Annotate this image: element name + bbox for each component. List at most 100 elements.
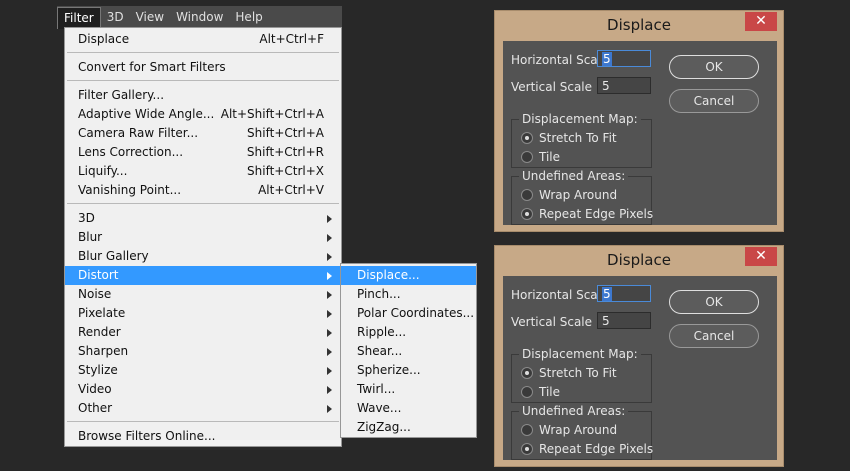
- ok-button[interactable]: OK: [669, 290, 759, 314]
- submenu-item-ripple[interactable]: Ripple...: [341, 323, 476, 342]
- submenu-item-label: Wave...: [357, 401, 402, 415]
- menu-item-convert-smart-filters[interactable]: Convert for Smart Filters: [65, 58, 341, 77]
- menu-item-label: Browse Filters Online...: [78, 429, 216, 443]
- menu-item-label: Distort: [78, 268, 119, 282]
- submenu-item-twirl[interactable]: Twirl...: [341, 380, 476, 399]
- menu-item-label: Adaptive Wide Angle...: [78, 107, 215, 121]
- menu-item-sharpen[interactable]: Sharpen: [65, 342, 341, 361]
- submenu-item-displace[interactable]: Displace...: [341, 266, 476, 285]
- menu-item-render[interactable]: Render: [65, 323, 341, 342]
- horizontal-scale-value: 5: [602, 52, 612, 66]
- submenu-arrow-icon: [327, 405, 332, 413]
- menu-item-blur[interactable]: Blur: [65, 228, 341, 247]
- submenu-item-label: Pinch...: [357, 287, 401, 301]
- menu-separator: [67, 80, 339, 81]
- menu-item-liquify[interactable]: Liquify... Shift+Ctrl+X: [65, 162, 341, 181]
- menu-item-shortcut: Shift+Ctrl+A: [247, 126, 324, 140]
- stretch-to-fit-label: Stretch To Fit: [539, 366, 617, 380]
- repeat-edge-pixels-label: Repeat Edge Pixels: [539, 442, 654, 456]
- displace-dialog: Displace ✕ Horizontal Scale 5 Vertical S…: [494, 10, 784, 232]
- submenu-item-zigzag[interactable]: ZigZag...: [341, 418, 476, 437]
- submenu-arrow-icon: [327, 291, 332, 299]
- menubar-filter[interactable]: Filter: [57, 6, 101, 29]
- distort-submenu: Displace... Pinch... Polar Coordinates..…: [340, 263, 477, 438]
- menu-item-camera-raw[interactable]: Camera Raw Filter... Shift+Ctrl+A: [65, 124, 341, 143]
- submenu-arrow-icon: [327, 329, 332, 337]
- menu-item-filter-gallery[interactable]: Filter Gallery...: [65, 86, 341, 105]
- submenu-arrow-icon: [327, 386, 332, 394]
- menu-item-label: Noise: [78, 287, 112, 301]
- wrap-around-label: Wrap Around: [539, 423, 618, 437]
- dialog-body: Horizontal Scale 5 Vertical Scale 5 OK C…: [503, 41, 777, 225]
- menu-item-distort[interactable]: Distort: [65, 266, 341, 285]
- radio-on-icon: [521, 208, 533, 220]
- displacement-map-label: Displacement Map:: [519, 347, 641, 361]
- displacement-map-group: Displacement Map: Stretch To Fit Tile: [511, 347, 652, 403]
- close-icon[interactable]: ✕: [745, 12, 777, 31]
- menu-item-blur-gallery[interactable]: Blur Gallery: [65, 247, 341, 266]
- stretch-to-fit-label: Stretch To Fit: [539, 131, 617, 145]
- menubar-3d[interactable]: 3D: [101, 6, 130, 28]
- radio-off-icon: [521, 424, 533, 436]
- submenu-item-shear[interactable]: Shear...: [341, 342, 476, 361]
- filter-menu: Displace Alt+Ctrl+F Convert for Smart Fi…: [64, 27, 342, 447]
- menu-item-vanishing-point[interactable]: Vanishing Point... Alt+Ctrl+V: [65, 181, 341, 200]
- vertical-scale-label: Vertical Scale: [511, 315, 593, 329]
- submenu-arrow-icon: [327, 348, 332, 356]
- submenu-item-label: Ripple...: [357, 325, 407, 339]
- menu-item-shortcut: Shift+Ctrl+R: [246, 145, 324, 159]
- menu-item-label: Camera Raw Filter...: [78, 126, 199, 140]
- menu-item-label: Pixelate: [78, 306, 126, 320]
- horizontal-scale-label: Horizontal Scale: [511, 288, 609, 302]
- submenu-arrow-icon: [327, 367, 332, 375]
- menubar-help[interactable]: Help: [229, 6, 268, 28]
- menu-item-shortcut: Alt+Shift+Ctrl+A: [220, 107, 324, 121]
- radio-off-icon: [521, 386, 533, 398]
- menu-separator: [67, 421, 339, 422]
- displacement-map-label: Displacement Map:: [519, 112, 641, 126]
- ok-button[interactable]: OK: [669, 55, 759, 79]
- menu-item-adaptive-wide-angle[interactable]: Adaptive Wide Angle... Alt+Shift+Ctrl+A: [65, 105, 341, 124]
- vertical-scale-input[interactable]: 5: [597, 77, 651, 94]
- radio-off-icon: [521, 151, 533, 163]
- repeat-edge-pixels-label: Repeat Edge Pixels: [539, 207, 654, 221]
- submenu-item-wave[interactable]: Wave...: [341, 399, 476, 418]
- submenu-arrow-icon: [327, 310, 332, 318]
- menu-item-displace-last[interactable]: Displace Alt+Ctrl+F: [65, 30, 341, 49]
- tile-label: Tile: [539, 150, 561, 164]
- undefined-areas-label: Undefined Areas:: [519, 404, 629, 418]
- menubar-view[interactable]: View: [130, 6, 170, 28]
- menubar-window[interactable]: Window: [170, 6, 229, 28]
- vertical-scale-input[interactable]: 5: [597, 312, 651, 329]
- menu-item-label: Video: [78, 382, 112, 396]
- tile-label: Tile: [539, 385, 561, 399]
- undefined-areas-label: Undefined Areas:: [519, 169, 629, 183]
- submenu-arrow-icon: [327, 272, 332, 280]
- vertical-scale-label: Vertical Scale: [511, 80, 593, 94]
- submenu-item-label: Displace...: [357, 268, 420, 282]
- close-icon[interactable]: ✕: [745, 247, 777, 266]
- menu-item-pixelate[interactable]: Pixelate: [65, 304, 341, 323]
- cancel-button[interactable]: Cancel: [669, 324, 759, 348]
- menu-item-label: Liquify...: [78, 164, 128, 178]
- menu-item-other[interactable]: Other: [65, 399, 341, 418]
- cancel-button[interactable]: Cancel: [669, 89, 759, 113]
- menu-item-shortcut: Alt+Ctrl+V: [258, 183, 324, 197]
- menu-item-noise[interactable]: Noise: [65, 285, 341, 304]
- submenu-item-pinch[interactable]: Pinch...: [341, 285, 476, 304]
- dialog-title: Displace: [607, 16, 671, 34]
- submenu-item-polar-coordinates[interactable]: Polar Coordinates...: [341, 304, 476, 323]
- menu-item-3d[interactable]: 3D: [65, 209, 341, 228]
- menu-item-label: Sharpen: [78, 344, 129, 358]
- horizontal-scale-input[interactable]: 5: [597, 285, 651, 302]
- menu-item-stylize[interactable]: Stylize: [65, 361, 341, 380]
- submenu-arrow-icon: [327, 234, 332, 242]
- horizontal-scale-input[interactable]: 5: [597, 50, 651, 67]
- menu-item-lens-correction[interactable]: Lens Correction... Shift+Ctrl+R: [65, 143, 341, 162]
- submenu-item-spherize[interactable]: Spherize...: [341, 361, 476, 380]
- menu-item-browse-online[interactable]: Browse Filters Online...: [65, 427, 341, 446]
- menu-item-label: Vanishing Point...: [78, 183, 182, 197]
- submenu-item-label: Polar Coordinates...: [357, 306, 475, 320]
- menu-item-video[interactable]: Video: [65, 380, 341, 399]
- menu-item-label: Render: [78, 325, 121, 339]
